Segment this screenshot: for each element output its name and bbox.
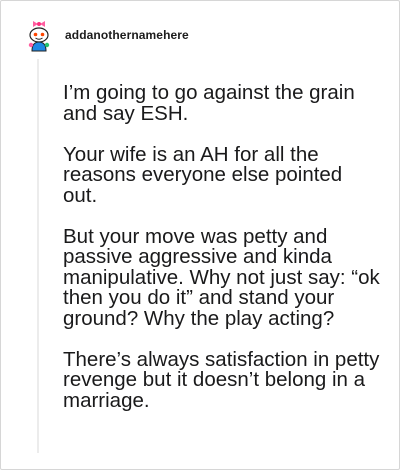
comment-header: addanothernamehere [19,15,189,55]
comment-username[interactable]: addanothernamehere [65,28,189,42]
snoo-avatar-icon[interactable] [19,15,59,55]
comment-paragraph: Your wife is an AH for all the reasons e… [63,142,343,207]
comment-paragraph: I’m going to go against the grain and sa… [63,81,355,125]
comment-paragraph: But your move was petty and passive aggr… [63,224,380,330]
thread-line[interactable] [37,59,39,453]
comment-card: addanothernamehere I’m going to go again… [0,0,400,470]
comment-body: I’m going to go against the grain and sa… [63,81,381,412]
comment-paragraph: There’s always satisfaction in petty rev… [63,347,380,412]
